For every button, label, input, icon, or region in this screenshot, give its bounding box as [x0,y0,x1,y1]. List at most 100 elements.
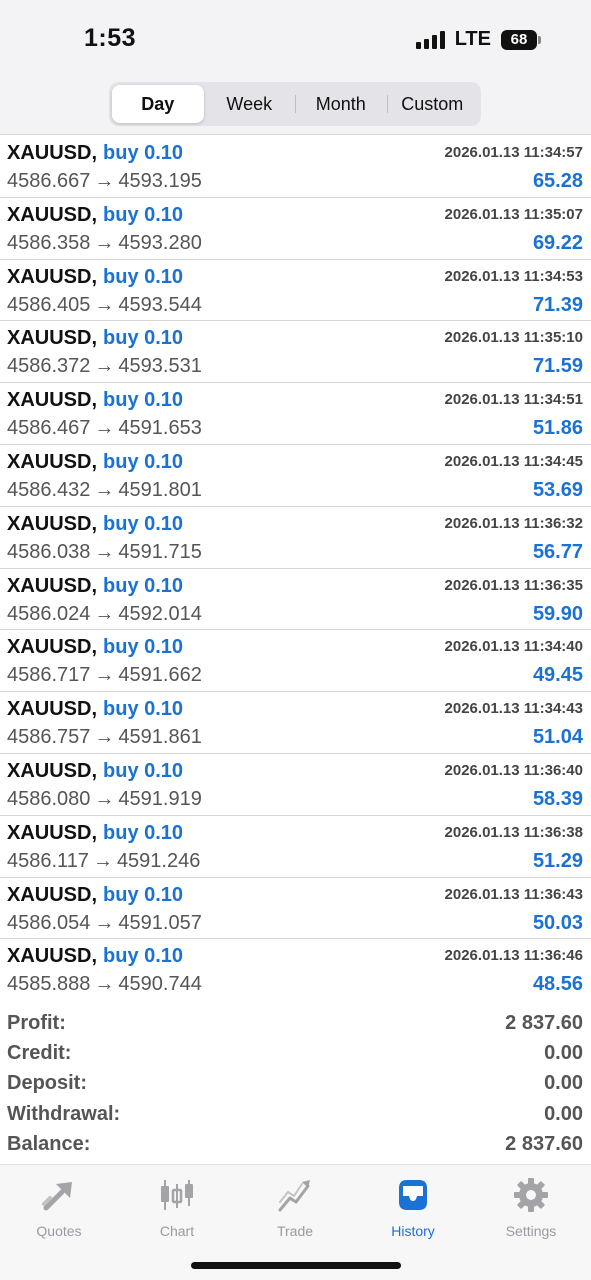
tab-quotes[interactable]: Quotes [0,1175,118,1239]
trade-prices: 4586.358 → 4593.280 [7,232,202,255]
open-price: 4585.888 [7,973,91,996]
open-price: 4586.054 [7,911,91,934]
trade-title: XAUUSD, buy 0.10 [7,142,184,164]
summary-row: Credit: 0.00 [0,1040,591,1070]
trade-title: XAUUSD, buy 0.10 [7,265,184,288]
summary-row: Profit: 2 837.60 [0,1010,591,1040]
trade-prices: 4586.467 → 4591.653 [7,417,202,440]
close-price: 4592.014 [118,602,202,625]
trade-symbol: XAUUSD [7,698,92,721]
trade-row[interactable]: XAUUSD, buy 0.10 4586.080 → 4591.919 2026.01.… [0,754,591,816]
segment-day[interactable]: Day [112,85,204,123]
summary-value: 0.00 [544,1042,583,1065]
trade-row[interactable]: XAUUSD, buy 0.10 4586.667 → 4593.195 2026.01.… [0,136,591,198]
trade-title: XAUUSD, buy 0.10 [7,574,184,597]
home-indicator[interactable] [191,1262,401,1269]
trade-time: 2026.01.13 11:36:43 [444,885,583,903]
trade-time: 2026.01.13 11:36:46 [444,947,583,965]
trade-row[interactable]: XAUUSD, buy 0.10 4586.757 → 4591.861 2026.01.… [0,692,591,754]
trade-history-list: XAUUSD, buy 0.10 4586.667 → 4593.195 2026.01.… [0,136,591,1001]
trade-side: buy 0.10 [103,945,184,968]
trade-row[interactable]: XAUUSD, buy 0.10 4586.358 → 4593.280 2026.01.… [0,198,591,260]
trade-side: buy 0.10 [103,265,184,288]
summary-value: 0.00 [544,1072,583,1095]
open-price: 4586.405 [7,293,91,316]
trade-prices: 4586.080 → 4591.919 [7,788,202,811]
account-summary: Profit: 2 837.60 Credit: 0.00 Deposit: 0.00 Wi… [0,1010,591,1161]
summary-label: Balance: [7,1132,91,1155]
tab-history[interactable]: History [354,1175,472,1239]
trade-time: 2026.01.13 11:34:43 [444,700,583,718]
trade-profit: 58.39 [532,787,583,810]
open-price: 4586.467 [7,417,91,440]
close-price: 4591.861 [118,726,202,749]
open-price: 4586.432 [7,478,91,501]
status-indicators: LTE 68 [415,28,541,51]
tab-trade-label: Trade [276,1223,314,1239]
open-price: 4586.372 [7,355,91,378]
trade-time: 2026.01.13 11:34:53 [444,267,583,285]
arrow-right-icon: → [94,540,115,563]
status-time: 1:53 [84,24,137,52]
tab-trade[interactable]: Trade [236,1175,354,1239]
trade-side: buy 0.10 [103,327,184,350]
trade-icon [275,1175,315,1215]
summary-label: Withdrawal: [7,1102,121,1125]
arrow-right-icon: → [94,478,115,501]
trade-row[interactable]: XAUUSD, buy 0.10 4586.117 → 4591.246 2026.01.… [0,816,591,878]
quotes-icon [39,1175,79,1215]
tab-chart-label: Chart [159,1223,195,1239]
trade-profit: 71.39 [532,293,583,316]
arrow-right-icon: → [94,973,115,996]
trade-time: 2026.01.13 11:36:38 [444,823,583,841]
trade-row[interactable]: XAUUSD, buy 0.10 4586.432 → 4591.801 2026.01.… [0,445,591,507]
trade-profit: 69.22 [532,231,583,254]
trade-symbol: XAUUSD [7,636,92,659]
trade-prices: 4586.054 → 4591.057 [7,912,202,935]
battery-level: 68 [501,29,537,50]
trade-title: XAUUSD, buy 0.10 [7,698,184,721]
trade-row[interactable]: XAUUSD, buy 0.10 4586.372 → 4593.531 2026.01.… [0,321,591,384]
close-price: 4593.195 [118,170,202,192]
tab-settings-label: Settings [505,1223,557,1239]
summary-value: 2 837.60 [505,1012,583,1034]
chart-icon [157,1175,197,1215]
close-price: 4591.653 [118,417,202,440]
tab-quotes-label: Quotes [36,1223,82,1239]
trade-row[interactable]: XAUUSD, buy 0.10 4586.038 → 4591.715 2026.01.… [0,507,591,569]
arrow-right-icon: → [94,417,115,440]
trade-prices: 4586.405 → 4593.544 [7,294,202,317]
trade-side: buy 0.10 [103,759,184,782]
trade-row[interactable]: XAUUSD, buy 0.10 4586.467 → 4591.653 2026.01.… [0,383,591,445]
summary-label: Credit: [7,1042,72,1065]
close-price: 4593.544 [118,293,202,316]
arrow-right-icon: → [94,602,115,625]
segment-month[interactable]: Month [295,85,387,123]
trade-row[interactable]: XAUUSD, buy 0.10 4586.024 → 4592.014 2026.01.… [0,569,591,631]
close-price: 4591.919 [118,787,202,810]
open-price: 4586.024 [7,602,91,625]
trade-time: 2026.01.13 11:34:40 [444,638,583,656]
trade-side: buy 0.10 [103,574,184,597]
trade-time: 2026.01.13 11:34:51 [444,391,583,409]
trade-side: buy 0.10 [103,142,184,164]
segment-week[interactable]: Week [204,85,296,123]
trade-time: 2026.01.13 11:34:45 [444,452,583,470]
tab-chart[interactable]: Chart [118,1175,236,1239]
trade-row[interactable]: XAUUSD, buy 0.10 4586.054 → 4591.057 2026.01.… [0,878,591,940]
trade-side: buy 0.10 [103,203,184,226]
open-price: 4586.717 [7,664,91,687]
trade-profit: 50.03 [532,911,583,934]
trade-row[interactable]: XAUUSD, buy 0.10 4586.405 → 4593.544 2026.01.… [0,260,591,322]
summary-row: Deposit: 0.00 [0,1070,591,1100]
trade-time: 2026.01.13 11:36:32 [444,514,583,532]
trade-profit: 65.28 [532,170,583,192]
summary-value: 2 837.60 [505,1132,583,1155]
tab-settings[interactable]: Settings [472,1175,590,1239]
segment-custom[interactable]: Custom [386,85,479,123]
summary-value: 0.00 [544,1102,583,1125]
trade-row[interactable]: XAUUSD, buy 0.10 4585.888 → 4590.744 2026.01.… [0,939,591,1001]
trade-row[interactable]: XAUUSD, buy 0.10 4586.717 → 4591.662 2026.01.… [0,630,591,693]
close-price: 4591.801 [118,478,202,501]
battery-icon: 68 [501,29,541,50]
